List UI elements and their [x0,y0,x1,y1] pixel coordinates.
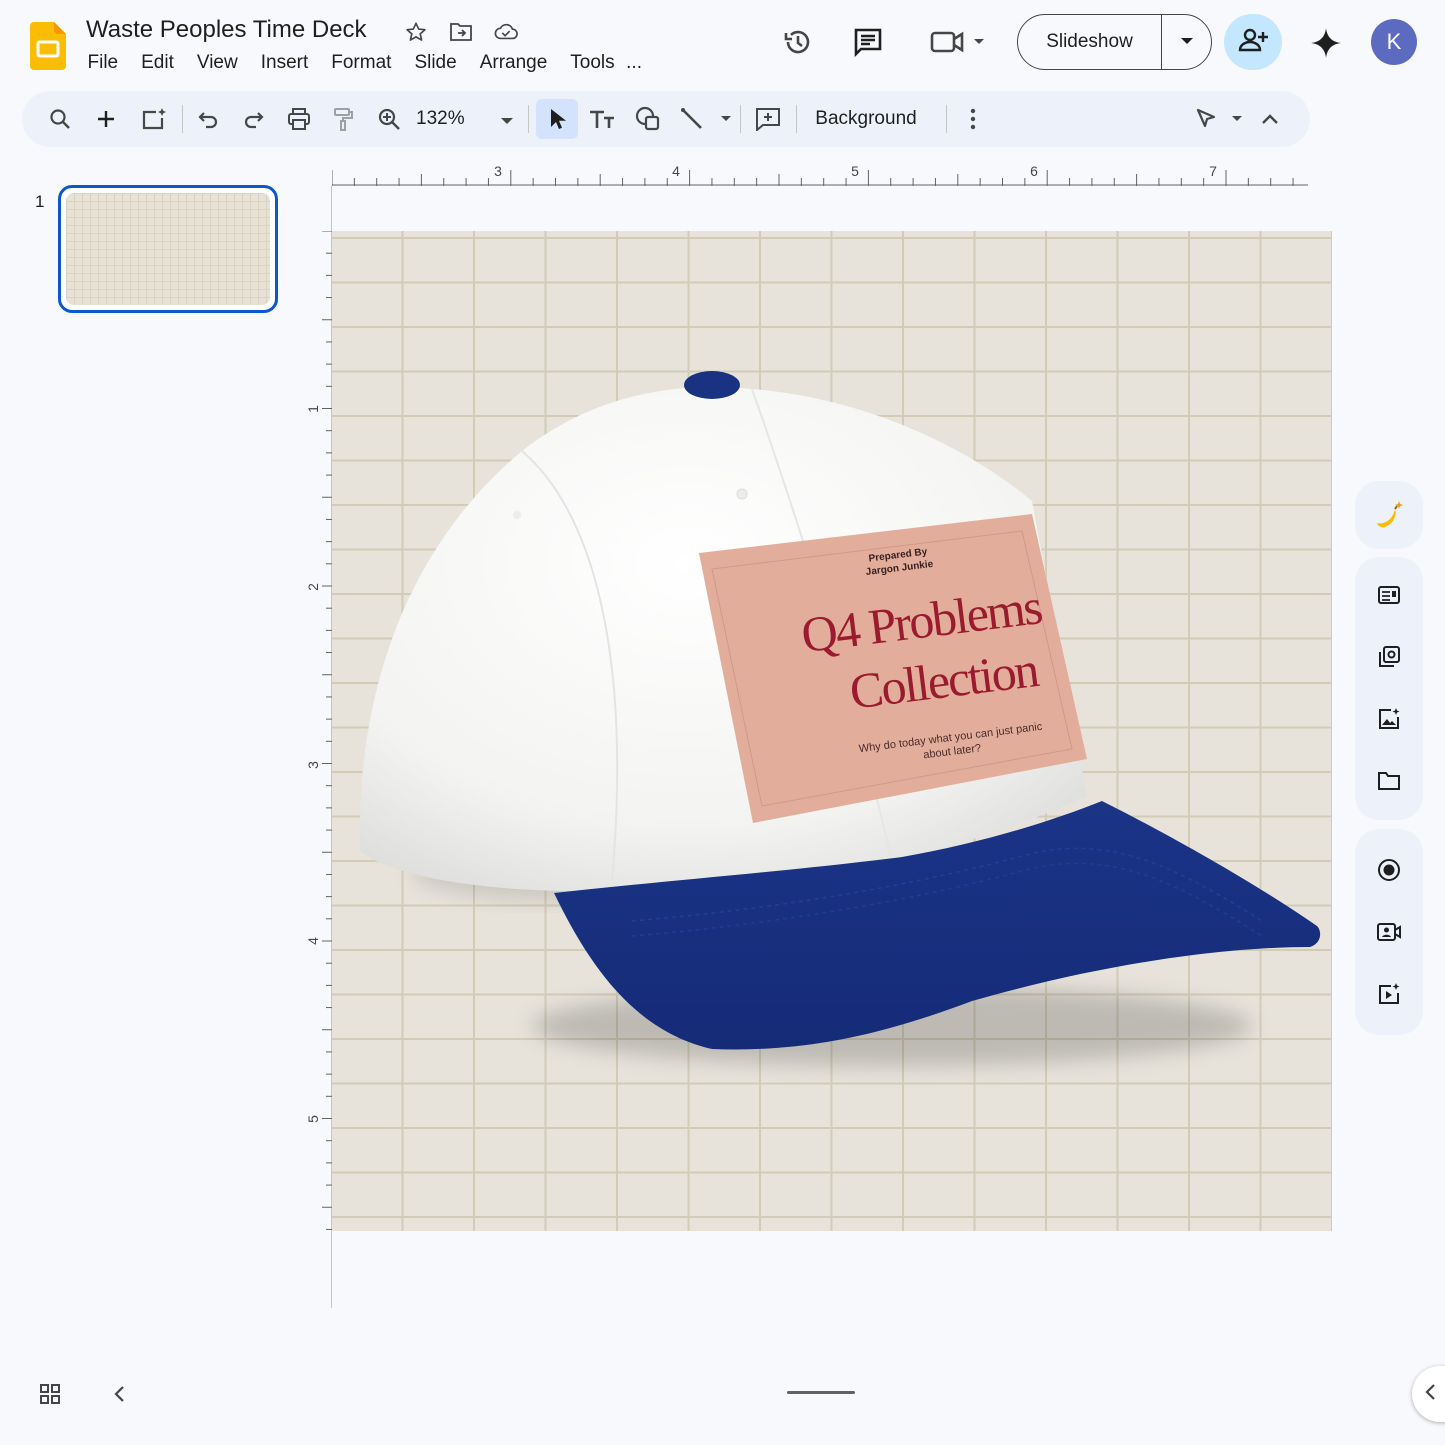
copy-image-icon[interactable] [1369,637,1409,677]
ruler-label: 4 [306,937,321,945]
share-button[interactable] [1224,14,1282,70]
add-icon[interactable] [88,99,124,139]
cap-button [684,371,740,399]
shape-icon[interactable] [628,99,668,139]
video-sparkle-icon[interactable] [1369,974,1409,1014]
slideshow-dropdown-button[interactable] [1162,15,1211,69]
zoom-value: 132% [416,108,465,129]
ruler-label: 3 [494,163,502,179]
ruler-label: 5 [851,163,859,179]
side-panel-group-middle [1355,557,1423,820]
menu-view[interactable]: View [185,52,249,74]
folder-icon[interactable] [1369,761,1409,801]
more-icon[interactable] [956,99,990,139]
slide-thumbnail[interactable] [58,185,278,313]
slide-thumbnail-preview [66,193,270,305]
print-icon[interactable] [282,99,316,139]
comments-icon[interactable] [848,22,888,62]
undo-icon[interactable] [192,99,226,139]
line-icon[interactable] [676,99,736,139]
slideshow-button[interactable]: Slideshow [1018,15,1162,69]
slide-canvas[interactable]: Prepared By Jargon Junkie Q4 Problems Co… [332,231,1332,1231]
caret-down-icon [1180,33,1194,51]
caret-down-icon [500,113,514,131]
star-icon[interactable] [404,20,428,44]
background-button[interactable]: Background [804,99,928,139]
meet-icon[interactable] [926,22,988,62]
cap-mockup-image[interactable]: Prepared By Jargon Junkie Q4 Problems Co… [332,231,1332,1231]
zoom-select[interactable]: 132% [416,99,526,139]
record-icon[interactable] [1369,850,1409,890]
menu-more[interactable]: ... [626,52,653,74]
text-box-icon[interactable] [582,99,622,139]
speaker-notes-handle[interactable] [787,1391,855,1394]
banana-sparkle-icon[interactable] [1369,495,1409,535]
side-panel-group-top [1355,481,1423,549]
image-add-icon[interactable] [1369,699,1409,739]
side-panel-group-bottom [1355,829,1423,1035]
add-person-icon [1238,27,1268,58]
horizontal-ruler[interactable]: 3 4 5 6 7 [332,160,1308,186]
menu-slide[interactable]: Slide [403,52,468,74]
ruler-label: 5 [306,1115,321,1123]
cursor-mode-icon[interactable] [1190,99,1250,139]
layout-icon[interactable] [1369,575,1409,615]
menu-file[interactable]: File [76,52,130,74]
version-history-icon[interactable] [778,22,818,62]
menu-insert[interactable]: Insert [249,52,320,74]
document-title[interactable]: Waste Peoples Time Deck [86,16,367,44]
zoom-icon[interactable] [372,99,406,139]
redo-icon[interactable] [236,99,270,139]
expand-side-panel-button[interactable] [1412,1366,1445,1422]
cloud-saved-icon[interactable] [494,20,518,44]
grid-view-icon[interactable] [38,1382,64,1408]
ruler-label: 4 [672,163,680,179]
gemini-sparkle-icon[interactable] [1305,22,1347,64]
collapse-icon[interactable] [1254,99,1286,139]
toolbar: 132% Background [22,91,1310,147]
camera-icon[interactable] [1369,912,1409,952]
select-icon[interactable] [536,99,578,139]
slides-logo-icon[interactable] [30,22,66,70]
menu-format[interactable]: Format [320,52,403,74]
ruler-label: 2 [306,583,321,591]
account-avatar[interactable]: K [1371,19,1417,65]
comment-icon[interactable] [748,99,788,139]
menu-bar: File Edit View Insert Format Slide Arran… [76,52,654,74]
vertical-ruler[interactable]: 1 2 3 4 5 [306,231,332,1231]
collapse-filmstrip-icon[interactable] [106,1380,132,1408]
slideshow-group: Slideshow [1017,14,1212,70]
background-label: Background [815,108,917,129]
slide-number: 1 [35,192,45,211]
new-slide-icon[interactable] [134,99,174,139]
ruler-label: 6 [1030,163,1038,179]
menu-edit[interactable]: Edit [130,52,186,74]
chevron-left-icon [1424,1383,1436,1406]
menu-tools[interactable]: Tools [559,52,626,74]
paint-format-icon[interactable] [326,99,360,139]
move-folder-icon[interactable] [449,20,473,44]
ruler-label: 7 [1209,163,1217,179]
search-icon[interactable] [42,99,78,139]
menu-arrange[interactable]: Arrange [468,52,559,74]
ruler-label: 1 [306,405,321,413]
ruler-label: 3 [306,761,321,769]
